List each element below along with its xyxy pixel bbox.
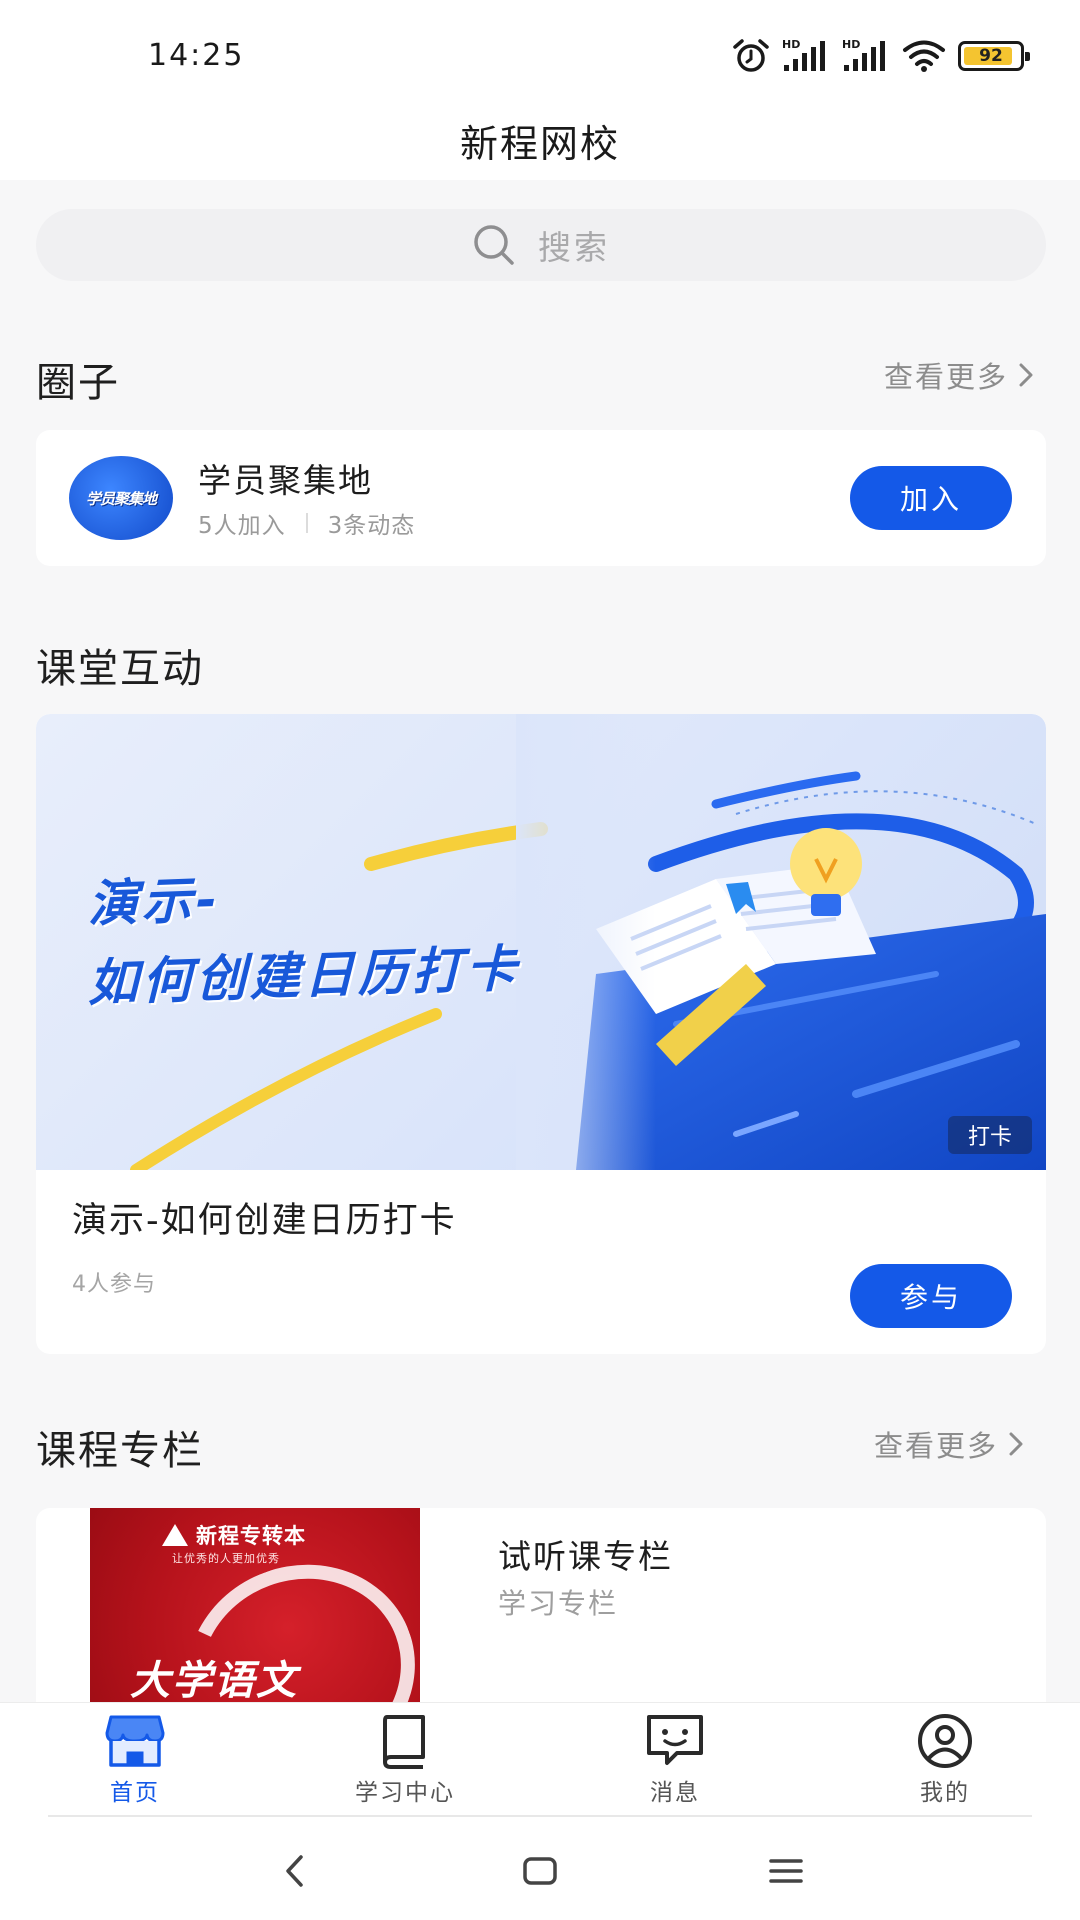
page-title: 新程网校	[459, 121, 620, 166]
menu-icon	[769, 1859, 803, 1883]
column-cover-image: 新程专转本 让优秀的人更加优秀 大学语文	[90, 1508, 420, 1708]
battery-cap	[1025, 52, 1030, 61]
system-menu-button[interactable]	[756, 1846, 816, 1896]
cover-subject: 大学语文	[130, 1658, 298, 1704]
system-home-button[interactable]	[510, 1846, 570, 1896]
app-screen: 14:25 HD HD 92 新程网校 搜索 圈子 查看更多 学员聚集地 学员聚…	[0, 0, 1080, 1920]
circle-avatar: 学员聚集地	[69, 456, 173, 540]
circle-meta: 5人加入 3条动态	[198, 506, 415, 540]
interaction-card[interactable]: 演示- 如何创建日历打卡 打卡 演示-如何创建日历打卡 4人参与 参与	[36, 714, 1046, 1354]
nav-label: 我的	[920, 1780, 970, 1806]
more-link-label: 查看更多	[883, 360, 1008, 394]
wifi-icon	[903, 40, 945, 72]
cover-logo: 新程专转本	[162, 1520, 306, 1550]
hd-signal-icon: HD	[782, 38, 825, 71]
columns-more-link[interactable]: 查看更多	[874, 1423, 1024, 1465]
nav-profile[interactable]: 我的	[855, 1713, 1035, 1813]
columns-section-title: 课程专栏	[36, 1428, 204, 1474]
system-back-button[interactable]	[265, 1846, 325, 1896]
bottom-nav: 首页 学习中心 消息 我的	[0, 1702, 1080, 1818]
cover-brand: 新程专转本	[196, 1524, 306, 1548]
circle-avatar-text: 学员聚集地	[85, 489, 157, 508]
activity-participants: 4人参与	[72, 1272, 156, 1297]
circle-posts: 3条动态	[327, 513, 416, 539]
sail-logo-icon	[162, 1524, 188, 1546]
circles-section-title: 圈子	[36, 360, 120, 406]
circles-more-link[interactable]: 查看更多	[884, 354, 1034, 396]
battery-level: 92	[979, 46, 1003, 66]
status-icons: HD HD 92	[732, 36, 1030, 76]
column-card[interactable]: 新程专转本 让优秀的人更加优秀 大学语文 试听课专栏 学习专栏	[36, 1508, 1046, 1708]
status-bar: 14:25 HD HD 92	[0, 0, 1080, 110]
activity-title: 演示-如何创建日历打卡	[72, 1201, 457, 1241]
hd-signal-icon: HD	[842, 38, 885, 71]
nav-label: 消息	[650, 1780, 700, 1806]
circle-members: 5人加入	[198, 513, 286, 539]
column-title: 试听课专栏	[498, 1537, 673, 1576]
join-circle-button[interactable]: 加入	[850, 466, 1012, 530]
activity-type-tag: 打卡	[948, 1116, 1032, 1154]
svg-text:HD: HD	[842, 38, 860, 51]
profile-icon	[918, 1714, 972, 1768]
system-nav-bar	[0, 1818, 1080, 1920]
nav-label: 学习中心	[355, 1780, 455, 1806]
battery-indicator: 92	[958, 41, 1030, 71]
chevron-right-icon	[1009, 1432, 1023, 1456]
nav-messages[interactable]: 消息	[585, 1713, 765, 1813]
home-store-icon	[105, 1715, 165, 1767]
circle-name: 学员聚集地	[198, 461, 373, 500]
message-icon	[647, 1715, 703, 1765]
chevron-right-icon	[1019, 363, 1033, 387]
more-link-label: 查看更多	[873, 1429, 998, 1463]
circle-card[interactable]: 学员聚集地 学员聚集地 5人加入 3条动态 加入	[36, 430, 1046, 566]
participate-button[interactable]: 参与	[850, 1264, 1012, 1328]
search-placeholder: 搜索	[538, 228, 610, 267]
svg-text:HD: HD	[782, 38, 800, 51]
activity-banner: 演示- 如何创建日历打卡 打卡	[36, 714, 1046, 1170]
home-icon	[523, 1857, 557, 1885]
meta-divider	[305, 513, 308, 533]
nav-divider	[48, 1815, 1032, 1817]
book-icon	[383, 1715, 425, 1769]
nav-learning-center[interactable]: 学习中心	[315, 1713, 495, 1813]
nav-label: 首页	[110, 1780, 160, 1806]
alarm-icon	[733, 39, 769, 72]
cover-slogan: 让优秀的人更加优秀	[172, 1552, 280, 1565]
nav-home[interactable]: 首页	[45, 1713, 225, 1813]
search-bar[interactable]: 搜索	[36, 209, 1046, 281]
search-icon	[474, 225, 514, 265]
app-header: 新程网校	[0, 100, 1080, 180]
column-subtitle: 学习专栏	[498, 1587, 619, 1620]
back-icon	[286, 1855, 303, 1887]
interaction-section-title: 课堂互动	[36, 646, 204, 692]
banner-title-line1: 演示-	[88, 870, 221, 934]
banner-title-line2: 如何创建日历打卡	[88, 939, 520, 1013]
status-time: 14:25	[148, 38, 245, 73]
